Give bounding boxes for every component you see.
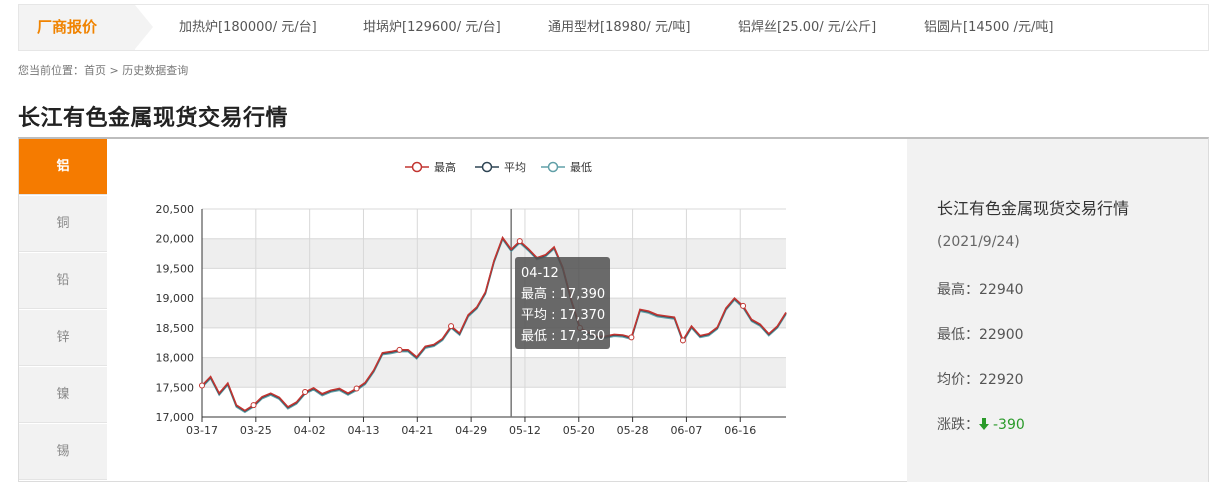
- ticker-item-welding-wire[interactable]: 铝焊丝[25.00/ 元/公斤]: [738, 5, 876, 50]
- tab-tin[interactable]: 锡: [19, 424, 107, 480]
- y-tick-label: 20,500: [156, 203, 195, 216]
- data-point: [628, 334, 635, 341]
- grid-band: [202, 327, 786, 358]
- legend-swatch-marker: [411, 161, 423, 173]
- ticker-item-crucible-furnace[interactable]: 坩埚炉[129600/ 元/台]: [363, 5, 501, 50]
- ticker-item-profile[interactable]: 通用型材[18980/ 元/吨]: [548, 5, 690, 50]
- tooltip-high: 最高 : 17,390: [521, 287, 606, 302]
- page-title: 长江有色金属现货交易行情: [18, 106, 289, 131]
- tab-zinc[interactable]: 锌: [19, 310, 107, 366]
- x-tick-label: 03-25: [240, 424, 272, 437]
- metal-tabs: 铝 铜 铅 锌 镍 锡: [19, 139, 107, 482]
- grid-band: [202, 357, 786, 388]
- x-tick-label: 06-07: [670, 424, 702, 437]
- legend-label: 最低: [570, 161, 592, 174]
- y-tick-label: 20,000: [156, 233, 195, 246]
- x-tick-label: 03-17: [186, 424, 218, 437]
- tooltip-avg: 平均 : 17,370: [521, 308, 606, 323]
- price-chart[interactable]: 17,000 17,500 18,000 18,500 19,000 19,500 20,0…: [107, 139, 907, 482]
- tab-lead[interactable]: 铅: [19, 253, 107, 309]
- y-tick-label: 18,500: [156, 322, 195, 335]
- legend-swatch-marker: [481, 161, 493, 173]
- grid-band: [202, 209, 786, 239]
- data-point: [396, 346, 403, 353]
- breadcrumb: 您当前位置：首页 > 历史数据查询: [18, 62, 188, 78]
- data-point: [679, 337, 686, 344]
- breadcrumb-prefix: 您当前位置：: [18, 64, 84, 77]
- tooltip-low: 最低 : 17,350: [521, 329, 606, 344]
- y-tick-label: 18,000: [156, 352, 195, 365]
- tab-aluminum[interactable]: 铝: [19, 139, 107, 195]
- data-point: [448, 323, 455, 330]
- breadcrumb-current: 历史数据查询: [122, 64, 189, 77]
- y-tick-label: 17,000: [156, 411, 195, 424]
- summary-date: (2021/9/24): [937, 234, 1020, 250]
- summary-low: 最低：22900: [937, 327, 1024, 343]
- data-point: [740, 302, 747, 309]
- tab-copper[interactable]: 铜: [19, 196, 107, 252]
- x-tick-label: 04-13: [347, 424, 379, 437]
- data-point: [199, 382, 205, 389]
- y-tick-label: 19,500: [156, 262, 195, 275]
- price-ticker-bar: 厂商报价 加热炉[180000/ 元/台] 坩埚炉[129600/ 元/台] 通…: [18, 4, 1209, 51]
- summary-high: 最高：22940: [937, 282, 1024, 298]
- grid-band: [202, 298, 786, 328]
- summary-avg: 均价：22920: [937, 372, 1024, 388]
- data-point: [302, 389, 309, 396]
- summary-box: 长江有色金属现货交易行情 (2021/9/24) 最高：22940 最低：229…: [907, 139, 1208, 482]
- summary-title: 长江有色金属现货交易行情: [937, 199, 1130, 218]
- down-arrow-icon: [979, 418, 989, 430]
- x-tick-label: 06-16: [724, 424, 756, 437]
- market-panel: 铝 铜 铅 锌 镍 锡 17,000 17,500 18,000 18,500 19,0…: [18, 137, 1209, 482]
- breadcrumb-separator: >: [106, 64, 123, 77]
- data-point: [353, 385, 360, 392]
- legend-label: 最高: [434, 160, 456, 174]
- x-tick-label: 05-12: [509, 424, 541, 437]
- tab-nickel[interactable]: 镍: [19, 367, 107, 423]
- tooltip-date: 04-12: [521, 266, 559, 281]
- x-tick-label: 05-20: [563, 424, 595, 437]
- x-tick-label: 04-21: [401, 424, 433, 437]
- x-tick-label: 05-28: [617, 424, 649, 437]
- chart-tooltip: 04-12 最高 : 17,390 平均 : 17,370 最低 : 17,35…: [515, 257, 610, 349]
- legend-swatch-marker: [547, 161, 559, 173]
- summary-change-label: 涨跌：: [937, 417, 979, 433]
- summary-change: 涨跌： -390: [937, 414, 1025, 434]
- breadcrumb-home-link[interactable]: 首页: [84, 64, 106, 77]
- legend-label: 平均: [504, 161, 526, 174]
- grid-band: [202, 268, 786, 299]
- data-point: [250, 402, 257, 409]
- x-tick-label: 04-02: [294, 424, 326, 437]
- data-point: [516, 238, 523, 245]
- x-tick-label: 04-29: [455, 424, 487, 437]
- price-chart-svg[interactable]: 17,000 17,500 18,000 18,500 19,000 19,500 20,0…: [107, 139, 907, 482]
- ticker-item-heating-furnace[interactable]: 加热炉[180000/ 元/台]: [179, 5, 317, 50]
- y-tick-label: 19,000: [156, 292, 195, 305]
- ticker-item-aluminum-disc[interactable]: 铝圆片[14500 /元/吨]: [924, 5, 1053, 50]
- summary-change-value: -390: [993, 417, 1025, 433]
- ticker-tag: 厂商报价: [19, 5, 153, 50]
- y-tick-label: 17,500: [156, 381, 195, 394]
- grid-band: [202, 387, 786, 417]
